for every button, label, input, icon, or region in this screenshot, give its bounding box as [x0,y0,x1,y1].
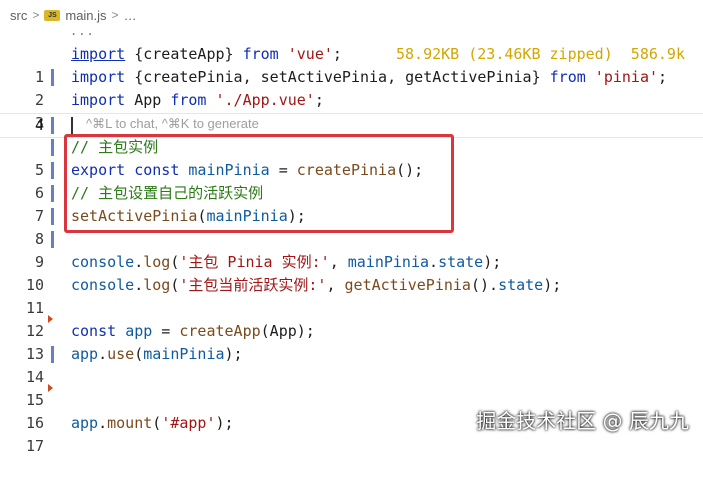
code-line[interactable]: 13 const app = createApp(App); [0,320,703,363]
code-line[interactable]: 11 console.log('主包当前活跃实例:', getActivePin… [0,274,703,317]
watermark: 掘金技术社区 @ 辰九九 [476,409,689,433]
code-line[interactable]: 14 app.use(mainPinia); [0,343,703,386]
line-number: 17 [25,437,44,455]
code-line[interactable]: 2 import {createPinia, setActivePinia, g… [0,66,703,109]
chevron-right-icon: > [32,8,40,22]
breadcrumb-folder[interactable]: src [10,8,27,23]
modified-line-marker [51,117,54,134]
fold-indicator[interactable]: ... [70,24,95,38]
chevron-right-icon: > [111,8,119,22]
modified-line-marker [51,139,54,156]
breadcrumb-ellipsis[interactable]: … [124,8,137,23]
code-line[interactable]: 10 console.log('主包 Pinia 实例:', mainPinia… [0,251,703,294]
modified-line-marker [51,69,54,86]
import-size-info: 58.92KB (23.46KB zipped) 586.9k [396,45,685,63]
javascript-file-icon: JS [44,9,61,21]
text-cursor [71,117,73,134]
ai-chat-hint: ^⌘L to chat, ^⌘K to generate [86,116,259,131]
modified-line-marker [51,346,54,363]
modified-line-marker [51,185,54,202]
modified-line-marker [51,231,54,248]
breadcrumb-file[interactable]: main.js [65,8,106,23]
code-line[interactable]: 12 [0,297,703,340]
modified-line-marker [51,162,54,179]
breadcrumb: src > JS main.js > … [10,5,137,25]
line-number: 4 [34,116,44,134]
code-line[interactable]: 3 import App from './App.vue'; [0,89,703,132]
code-line[interactable]: 1 import {createApp} from 'vue'; 58.92KB… [0,43,703,86]
modified-line-marker [51,208,54,225]
code-line[interactable]: 15 [0,366,703,409]
annotation-highlight-box [64,134,454,233]
